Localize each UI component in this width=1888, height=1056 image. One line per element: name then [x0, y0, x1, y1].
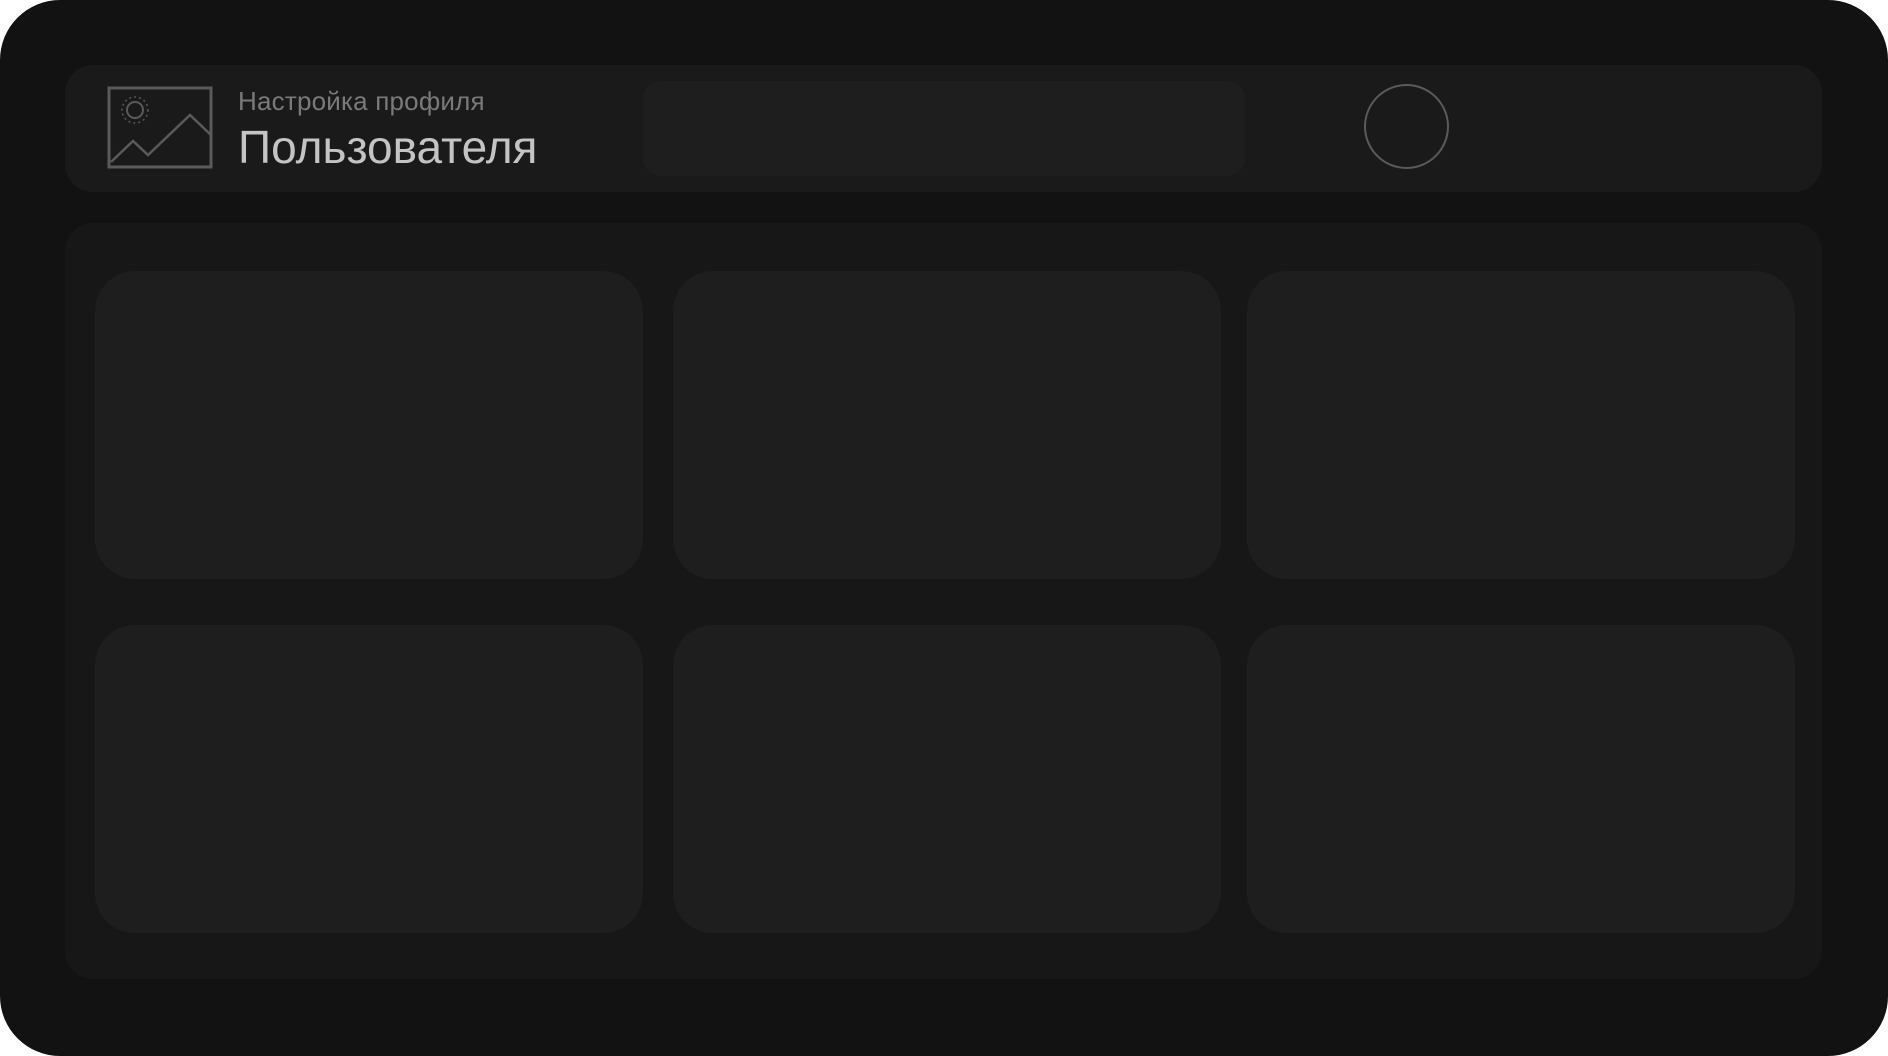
page-title: Пользователя	[238, 121, 538, 173]
content-card[interactable]	[95, 271, 643, 579]
content-card[interactable]	[1247, 625, 1795, 933]
app-window: Настройка профиля Пользователя	[0, 0, 1888, 1056]
header-bar: Настройка профиля Пользователя	[65, 65, 1822, 192]
page-subtitle: Настройка профиля	[238, 86, 485, 116]
content-panel	[65, 223, 1822, 979]
content-card[interactable]	[95, 625, 643, 933]
image-placeholder-icon	[107, 86, 213, 169]
content-card[interactable]	[673, 271, 1221, 579]
search-field[interactable]	[643, 81, 1245, 176]
content-card[interactable]	[1247, 271, 1795, 579]
page-title-block: Настройка профиля Пользователя	[238, 85, 537, 175]
content-card[interactable]	[673, 625, 1221, 933]
avatar[interactable]	[1364, 84, 1449, 169]
